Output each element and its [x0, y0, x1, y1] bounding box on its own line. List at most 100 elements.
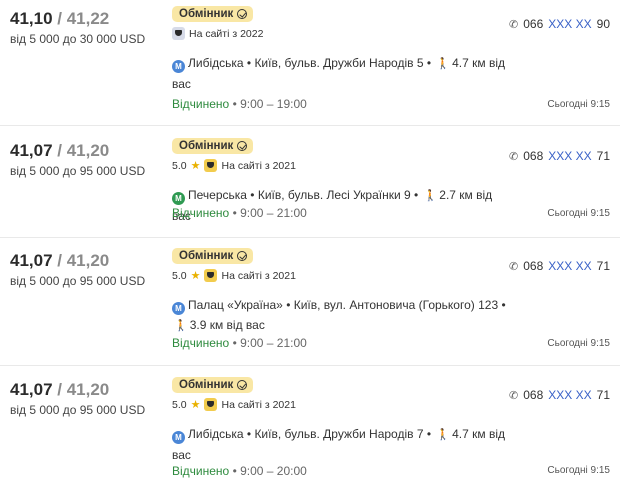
star-icon: ★ [190, 399, 201, 411]
status-open: Відчинено [172, 206, 230, 220]
amount-range: від 5 000 до 95 000 USD [10, 274, 146, 288]
phone-reveal-link[interactable]: XXX XX [548, 17, 591, 31]
offer-row[interactable]: 41,07 / 41,20 від 5 000 до 95 000 USD Об… [0, 128, 620, 238]
rate: 41,10 / 41,22 [10, 9, 110, 28]
sell-rate: 41,20 [66, 380, 110, 399]
phone-prefix: 068 [523, 388, 544, 402]
status-open: Відчинено [172, 464, 230, 478]
seller-meta: 5.0 ★ На сайті з 2021 [172, 269, 296, 282]
open-status: Відчинено • 9:00 – 19:00 [172, 97, 307, 111]
status-open: Відчинено [172, 97, 230, 111]
walking-icon: 🚶 [423, 190, 438, 202]
phone-suffix: 71 [596, 149, 610, 163]
buy-rate: 41,10 [10, 9, 53, 28]
verified-check-icon [237, 251, 248, 261]
metro-station: Либідська [188, 56, 244, 70]
seller-meta: 5.0 ★ На сайті з 2021 [172, 398, 296, 411]
phone-icon: ✆ [509, 18, 519, 31]
street-address: • Київ, бульв. Дружби Народів 7 • [246, 427, 432, 441]
rating-value: 5.0 [172, 159, 187, 172]
phone-icon: ✆ [509, 389, 519, 402]
amount-range: від 5 000 до 95 000 USD [10, 403, 146, 417]
shield-icon [204, 269, 218, 282]
updated-time: Сьогодні 9:15 [547, 338, 610, 349]
address[interactable]: M Либідська • Київ, бульв. Дружби Народів… [172, 53, 507, 94]
working-hours: • 9:00 – 21:00 [232, 336, 307, 350]
seller-meta: На сайті з 2022 [172, 27, 263, 40]
address[interactable]: M Палац «Україна» • Київ, вул. Антоновича… [172, 295, 507, 336]
rate: 41,07 / 41,20 [10, 141, 110, 160]
offers-list: 41,10 / 41,22 від 5 000 до 30 000 USD Об… [0, 0, 620, 494]
buy-rate: 41,07 [10, 141, 53, 160]
metro-icon: M [172, 431, 185, 444]
walking-icon: 🚶 [436, 58, 451, 70]
badge-label: Обмінник [179, 379, 234, 391]
phone-suffix: 71 [596, 259, 610, 273]
badge-label: Обмінник [179, 8, 234, 20]
updated-time: Сьогодні 9:15 [547, 99, 610, 110]
shield-icon [172, 27, 185, 40]
phone-suffix: 90 [596, 17, 610, 31]
street-address: • Київ, вул. Антоновича (Горького) 123 • [286, 298, 506, 312]
exchanger-badge: Обмінник [172, 6, 254, 22]
metro-station: Палац «Україна» [188, 298, 283, 312]
on-site-since: На сайті з 2021 [221, 159, 296, 172]
star-icon: ★ [190, 270, 201, 282]
updated-time: Сьогодні 9:15 [547, 208, 610, 219]
address[interactable]: M Либідська • Київ, бульв. Дружби Народів… [172, 424, 507, 465]
street-address: • Київ, бульв. Дружби Народів 5 • [246, 56, 432, 70]
phone-number[interactable]: ✆ 068 XXX XX 71 [509, 259, 610, 273]
updated-time: Сьогодні 9:15 [547, 465, 610, 476]
buy-rate: 41,07 [10, 380, 53, 399]
exchanger-badge: Обмінник [172, 138, 254, 154]
offer-row[interactable]: 41,07 / 41,20 від 5 000 до 95 000 USD Об… [0, 367, 620, 495]
phone-reveal-link[interactable]: XXX XX [548, 388, 591, 402]
offer-row[interactable]: 41,07 / 41,20 від 5 000 до 95 000 USD Об… [0, 238, 620, 366]
distance: 3.9 км від вас [189, 318, 265, 332]
walking-icon: 🚶 [436, 429, 451, 441]
badge-label: Обмінник [179, 140, 234, 152]
buy-rate: 41,07 [10, 251, 53, 270]
phone-reveal-link[interactable]: XXX XX [548, 259, 591, 273]
open-status: Відчинено • 9:00 – 21:00 [172, 206, 307, 220]
phone-number[interactable]: ✆ 066 XXX XX 90 [509, 17, 610, 31]
shield-icon [204, 159, 218, 172]
metro-icon: M [172, 302, 185, 315]
metro-icon: M [172, 60, 185, 73]
metro-station: Печерська [188, 188, 247, 202]
phone-suffix: 71 [596, 388, 610, 402]
rate: 41,07 / 41,20 [10, 251, 110, 270]
rating-value: 5.0 [172, 398, 187, 411]
working-hours: • 9:00 – 21:00 [232, 206, 307, 220]
sell-rate: 41,20 [66, 251, 110, 270]
sell-rate: 41,22 [66, 9, 110, 28]
seller-meta: 5.0 ★ На сайті з 2021 [172, 159, 296, 172]
street-address: • Київ, бульв. Лесі Українки 9 • [250, 188, 419, 202]
metro-icon: M [172, 192, 185, 205]
working-hours: • 9:00 – 19:00 [232, 97, 307, 111]
verified-check-icon [237, 141, 248, 151]
phone-reveal-link[interactable]: XXX XX [548, 149, 591, 163]
badge-label: Обмінник [179, 250, 234, 262]
open-status: Відчинено • 9:00 – 20:00 [172, 464, 307, 478]
star-icon: ★ [190, 160, 201, 172]
status-open: Відчинено [172, 336, 230, 350]
rating-value: 5.0 [172, 269, 187, 282]
phone-number[interactable]: ✆ 068 XXX XX 71 [509, 149, 610, 163]
walking-icon: 🚶 [174, 320, 188, 332]
amount-range: від 5 000 до 95 000 USD [10, 164, 146, 178]
on-site-since: На сайті з 2021 [221, 269, 296, 282]
rate: 41,07 / 41,20 [10, 380, 110, 399]
sell-rate: 41,20 [66, 141, 110, 160]
phone-icon: ✆ [509, 260, 519, 273]
phone-prefix: 066 [523, 17, 544, 31]
exchanger-badge: Обмінник [172, 377, 254, 393]
on-site-since: На сайті з 2021 [221, 398, 296, 411]
exchanger-badge: Обмінник [172, 248, 254, 264]
phone-prefix: 068 [523, 149, 544, 163]
working-hours: • 9:00 – 20:00 [232, 464, 307, 478]
shield-icon [204, 398, 218, 411]
amount-range: від 5 000 до 30 000 USD [10, 32, 146, 46]
offer-row[interactable]: 41,10 / 41,22 від 5 000 до 30 000 USD Об… [0, 0, 620, 126]
phone-number[interactable]: ✆ 068 XXX XX 71 [509, 388, 610, 402]
